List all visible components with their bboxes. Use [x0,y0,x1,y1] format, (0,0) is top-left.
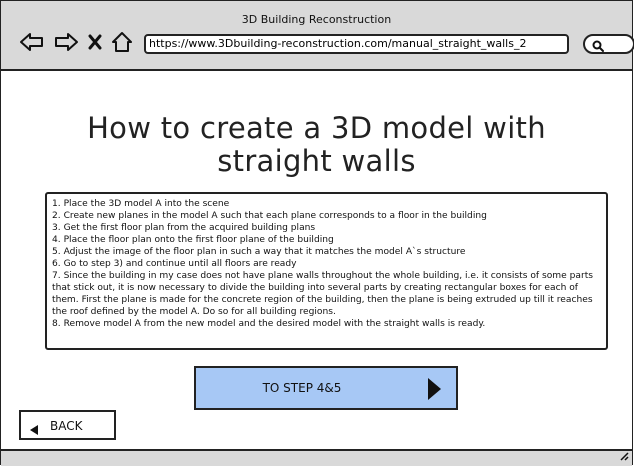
close-icon[interactable] [87,33,103,51]
step-item: 6. Go to step 3) and continue until all … [52,259,297,269]
step-item: 2. Create new planes in the model A such… [52,211,487,221]
back-button[interactable]: BACK [19,410,116,440]
window-title: 3D Building Reconstruction [241,13,392,26]
status-bar [1,449,632,466]
steps-text-box: 1. Place the 3D model A into the scene 2… [45,192,608,350]
home-icon[interactable] [111,31,133,53]
back-label: BACK [50,419,83,433]
browser-toolbar: 3D Building Reconstruction https://www.3… [1,1,634,71]
browser-window: 3D Building Reconstruction https://www.3… [0,0,634,466]
step-item: 7. Since the building in my case does no… [52,271,594,317]
forward-arrow-icon[interactable] [53,32,79,52]
resize-grip-icon[interactable] [617,446,629,465]
search-input[interactable] [583,34,634,54]
back-arrow-icon[interactable] [19,32,45,52]
next-step-button[interactable]: TO STEP 4&5 [194,366,458,410]
url-input[interactable]: https://www.3Dbuilding-reconstruction.co… [144,34,569,54]
page-title: How to create a 3D model with straight w… [87,111,546,178]
step-item: 3. Get the first floor plan from the acq… [52,223,316,233]
page-content: How to create a 3D model with straight w… [1,71,632,449]
left-triangle-icon [29,421,39,440]
step-item: 5. Adjust the image of the floor plan in… [52,247,466,257]
next-step-label: TO STEP 4&5 [262,381,342,395]
step-item: 1. Place the 3D model A into the scene [52,199,230,209]
step-item: 4. Place the floor plan onto the first f… [52,235,334,245]
play-arrow-icon [426,377,442,405]
search-icon [591,38,605,57]
step-item: 8. Remove model A from the new model and… [52,319,486,329]
nav-controls [19,31,133,53]
